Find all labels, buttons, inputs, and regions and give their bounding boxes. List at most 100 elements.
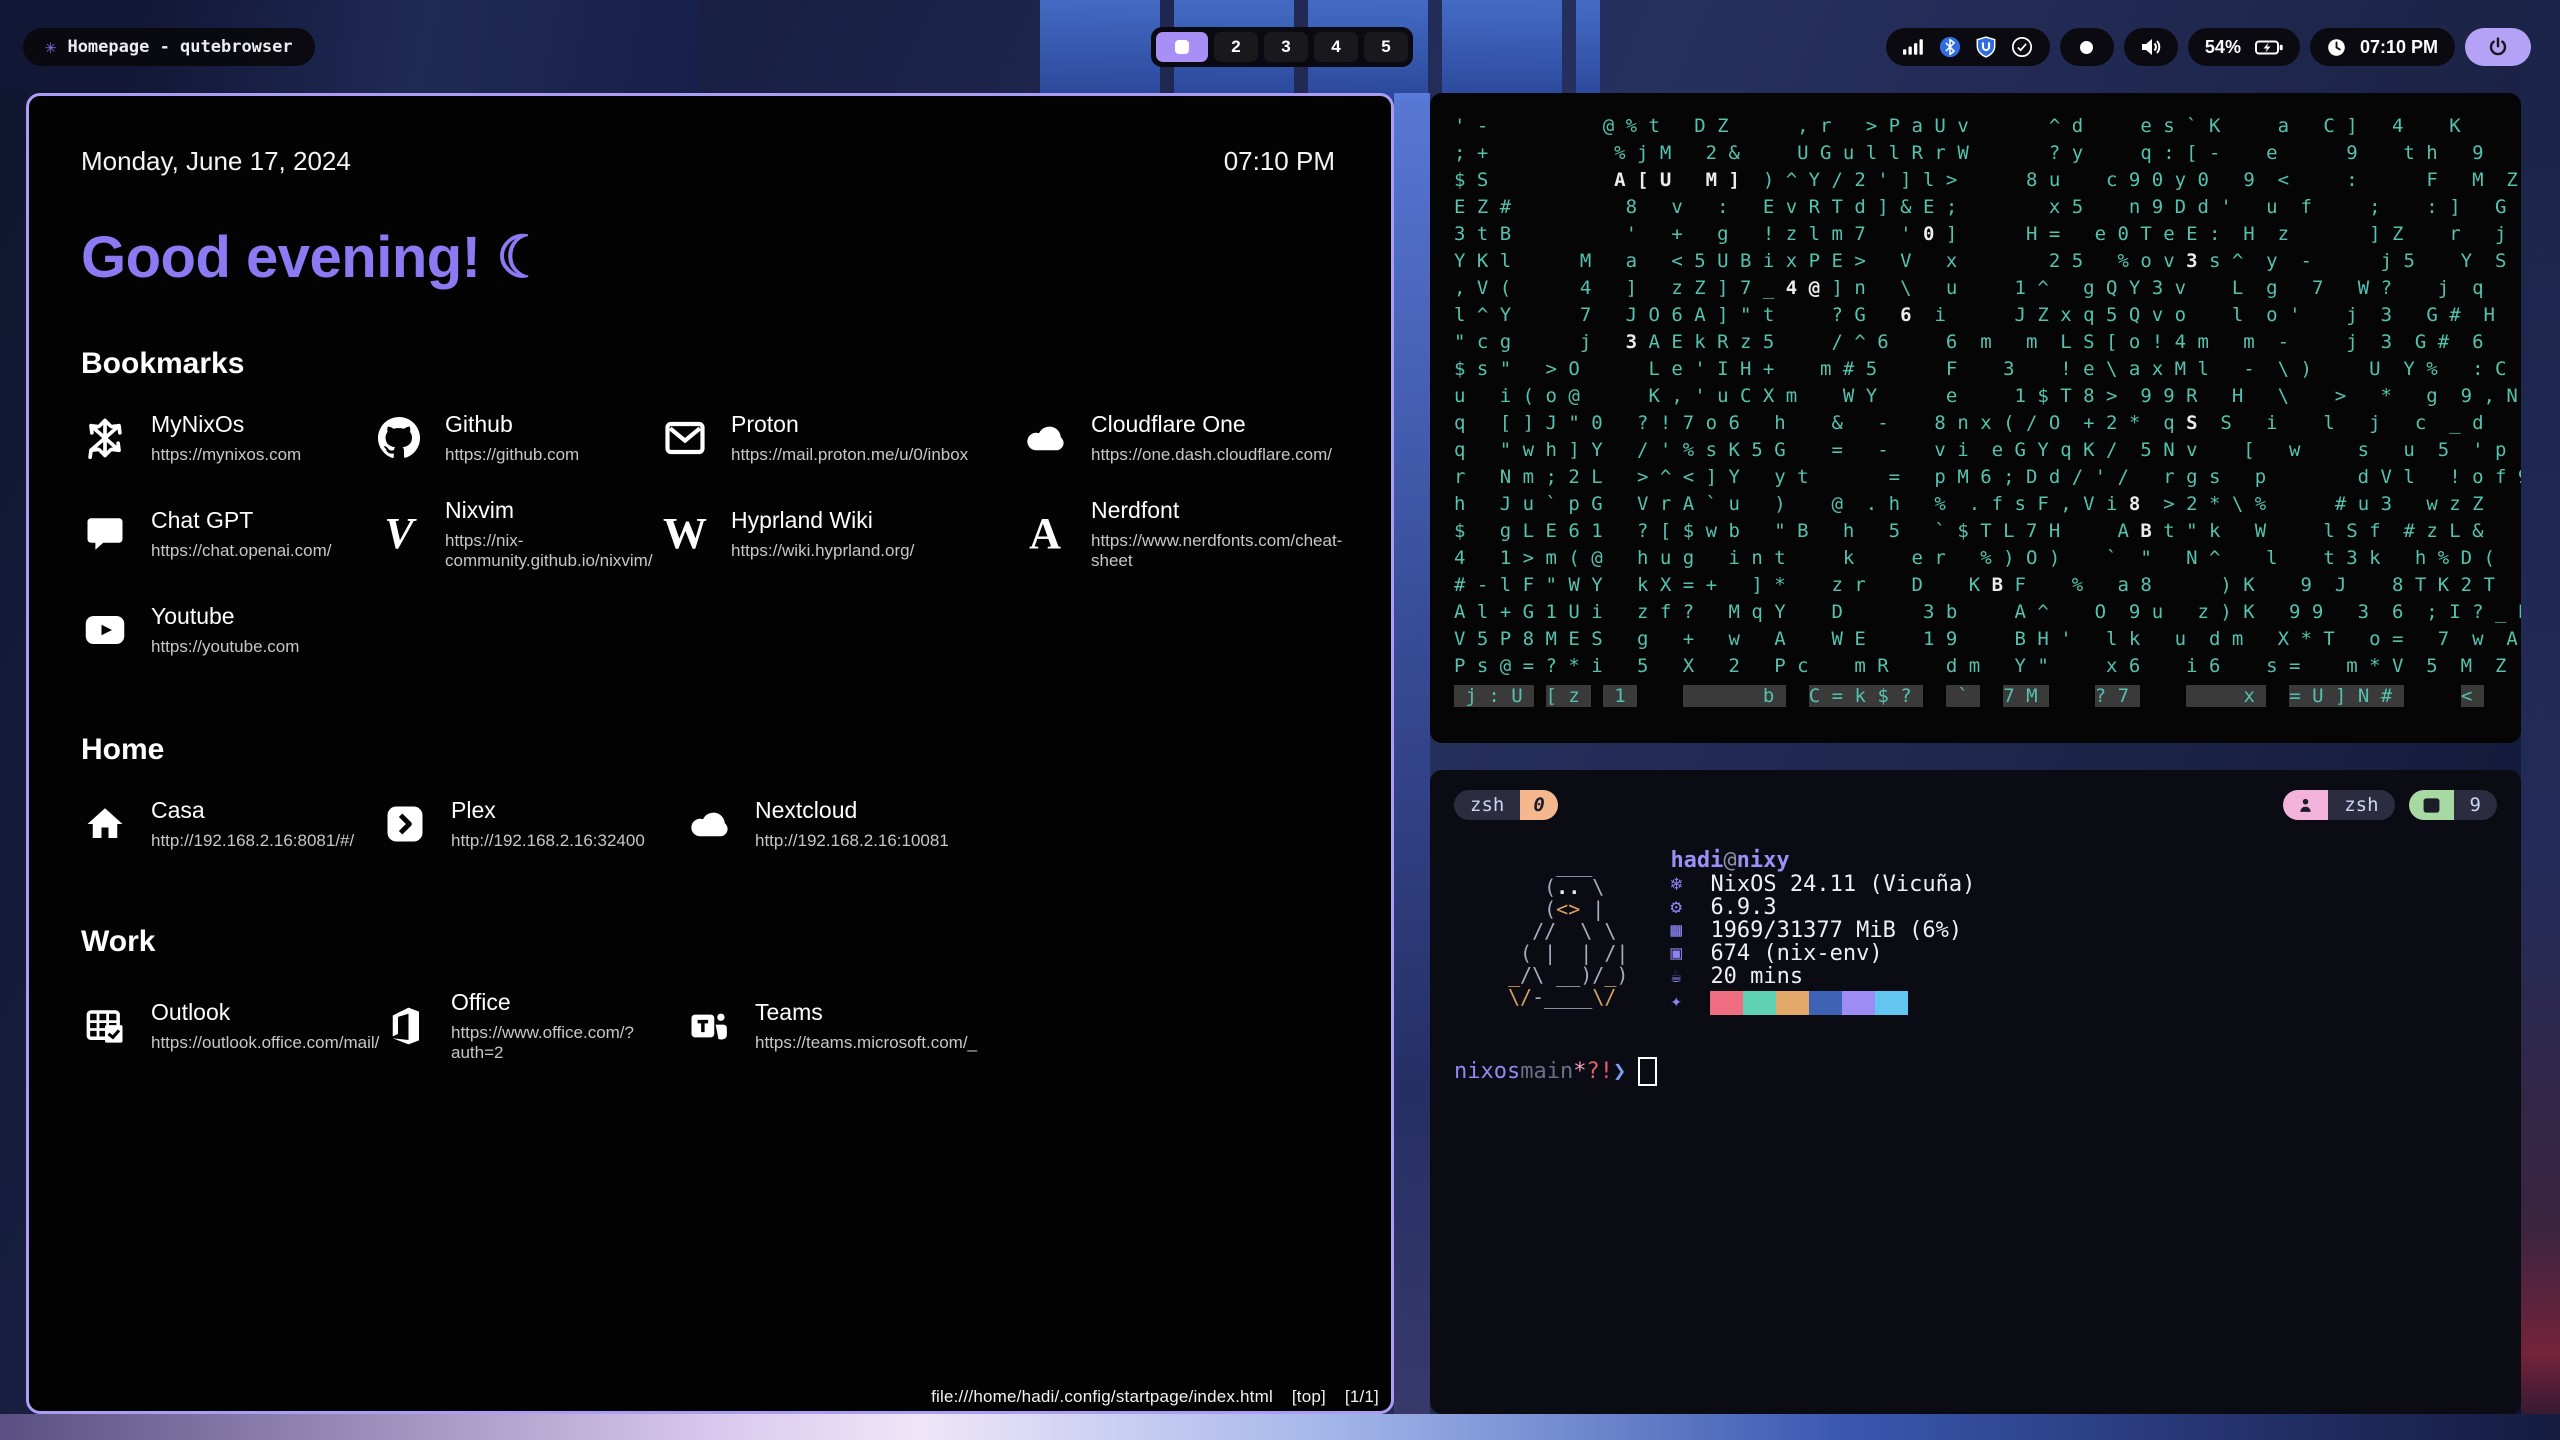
office-icon [381,1002,429,1050]
fetch-user: hadi [1670,849,1723,872]
matrix-row: $ S A [ U M ] ) ^ Y / 2 ' ] l > 8 u c 9 … [1454,167,2521,194]
fetch-colors: ✦ [1670,988,1975,1015]
link-url: https://www.nerdfonts.com/cheat-sheet [1091,531,1342,571]
window-title-label: Homepage - qutebrowser [67,37,292,57]
chat-icon [81,510,129,558]
link-teams[interactable]: Teamshttps://teams.microsoft.com/_ [685,989,1335,1063]
workspace-2[interactable]: 2 [1214,32,1258,62]
link-chat-gpt[interactable]: Chat GPThttps://chat.openai.com/ [81,497,375,571]
crescent-moon-icon: ☾ [496,225,548,290]
fastfetch-output: ___ (.. \ (<> | // \ \ ( | | /| _/\ __)/… [1508,848,2497,1015]
shell-prompt[interactable]: nixos main*?! ❯ [1454,1057,2497,1086]
home-icon [81,800,129,848]
power-button[interactable] [2465,28,2531,66]
section-title: Bookmarks [81,347,1335,381]
matrix-row: , V ( 4 ] z Z ] 7 _ 4 @ ] n \ u 1 ^ g Q … [1454,275,2521,302]
link-url: https://one.dash.cloudflare.com/ [1091,445,1332,465]
link-url: http://192.168.2.16:8081/#/ [151,831,354,851]
idle-indicator[interactable] [2060,28,2114,66]
tab-zsh[interactable]: zsh 0 [1454,790,1558,820]
link-url: https://outlook.office.com/mail/ [151,1033,379,1053]
page-time: 07:10 PM [1224,146,1335,177]
matrix-row: h J u ` p G V r A ` u ) @ . h % . f s F … [1454,491,2521,518]
wallpaper-right-edge [2521,0,2560,1440]
matrix-row: Y K l M a < 5 U B i x P E > V x 2 5 % o … [1454,248,2521,275]
cmatrix-terminal[interactable]: ' - @ % t D Z , r > P a U v ^ d e s ` K … [1430,93,2521,743]
qutebrowser-statusbar: file:///home/hadi/.config/startpage/inde… [931,1387,1379,1407]
link-name: Github [445,411,579,438]
person-icon [2283,790,2328,820]
status-9[interactable]: 9 [2409,790,2497,820]
link-office[interactable]: Officehttps://www.office.com/?auth=2 [381,989,685,1063]
prompt-arrow: ❯ [1613,1059,1626,1084]
workspaces: 2345 [1151,27,1413,67]
fetch-at: @ [1723,849,1736,872]
kernel-icon: ⚙ [1670,896,1710,919]
color-swatch [1710,991,1743,1015]
clock[interactable]: 07:10 PM [2310,28,2455,66]
v-letter-icon: V [375,510,423,558]
fetch-uptime: ☕20 mins [1670,965,1975,988]
status-label: zsh [2328,790,2394,820]
tux-ascii-art: ___ (.. \ (<> | // \ \ ( | | /| _/\ __)/… [1508,854,1628,1015]
shell-terminal[interactable]: zsh 0 zsh 9 ___ (.. \ (<> | // \ \ ( | | … [1430,770,2521,1414]
fetch-uptime-value: 20 mins [1710,965,1803,988]
section-title: Home [81,733,1335,767]
link-name: Youtube [151,603,299,630]
link-url: https://mynixos.com [151,445,301,465]
link-url: https://youtube.com [151,637,299,657]
a-letter-icon: A [1029,512,1061,556]
terminal-icon [2409,790,2454,820]
link-casa[interactable]: Casahttp://192.168.2.16:8081/#/ [81,797,381,851]
battery-charging-icon [2255,40,2283,55]
battery-status[interactable]: 54% [2188,28,2300,66]
greeting: Good evening! ☾ [81,223,1335,291]
w-letter-icon: W [663,512,707,556]
link-youtube[interactable]: Youtube https://youtube.com [81,603,375,657]
cloud-icon [1021,414,1069,462]
link-proton[interactable]: Protonhttps://mail.proton.me/u/0/inbox [661,411,1021,465]
workspace-3[interactable]: 3 [1264,32,1308,62]
matrix-row: ; + % j M 2 & U G u l l R r W ? y q : [ … [1454,140,2521,167]
matrix-row: q " w h ] Y / ' % s K 5 G = - v i e G Y … [1454,437,2521,464]
prompt-git-dirty: * [1573,1059,1586,1084]
color-swatch [1875,991,1908,1015]
youtube-icon [81,606,129,654]
link-cloudflare-one[interactable]: Cloudflare Onehttps://one.dash.cloudflar… [1021,411,1342,465]
battery-percent: 54% [2205,37,2241,58]
bluetooth-icon [1939,36,1961,58]
link-hyprland-wiki[interactable]: WHyprland Wikihttps://wiki.hyprland.org/ [661,497,1021,571]
link-nixvim[interactable]: VNixvimhttps://nix-community.github.io/n… [375,497,661,571]
link-name: Nerdfont [1091,497,1342,524]
record-dot-icon [2080,41,2093,54]
section-title: Work [81,925,1335,959]
tray-status-icons[interactable] [1886,28,2050,66]
fetch-memory: ▦1969/31377 MiB (6%) [1670,919,1975,942]
a-letter-icon: A [1021,510,1069,558]
link-nextcloud[interactable]: Nextcloudhttp://192.168.2.16:10081 [685,797,1335,851]
color-swatch [1842,991,1875,1015]
fetch-memory-value: 1969/31377 MiB (6%) [1710,919,1962,942]
speaker-icon [2139,35,2163,59]
section-bookmarks: BookmarksMyNixOshttps://mynixos.comGithu… [81,347,1335,657]
workspace-4[interactable]: 4 [1314,32,1358,62]
terminal-color-swatches [1710,991,1908,1015]
active-window-title[interactable]: ✳ Homepage - qutebrowser [23,28,315,66]
section-work: Work Outlookhttps://outlook.office.com/ma… [81,925,1335,1063]
link-plex[interactable]: Plexhttp://192.168.2.16:32400 [381,797,685,851]
link-nerdfont[interactable]: A Nerdfont https://www.nerdfonts.com/cheat… [1021,497,1342,571]
volume-control[interactable] [2124,28,2178,66]
link-name: Plex [451,797,645,824]
prompt-directory: nixos [1454,1059,1520,1084]
clock-time: 07:10 PM [2360,37,2438,58]
link-url: https://wiki.hyprland.org/ [731,541,914,561]
prompt-git-flags: ?! [1586,1059,1613,1084]
status-zsh[interactable]: zsh [2283,790,2394,820]
matrix-row: 4 1 > m ( @ h u g i n t k e r % ) O ) ` … [1454,545,2521,572]
link-mynixos[interactable]: MyNixOshttps://mynixos.com [81,411,375,465]
link-outlook[interactable]: Outlookhttps://outlook.office.com/mail/ [81,989,381,1063]
workspace-1[interactable] [1156,32,1208,62]
workspace-5[interactable]: 5 [1364,32,1408,62]
link-github[interactable]: Githubhttps://github.com [375,411,661,465]
link-name: Nextcloud [755,797,949,824]
